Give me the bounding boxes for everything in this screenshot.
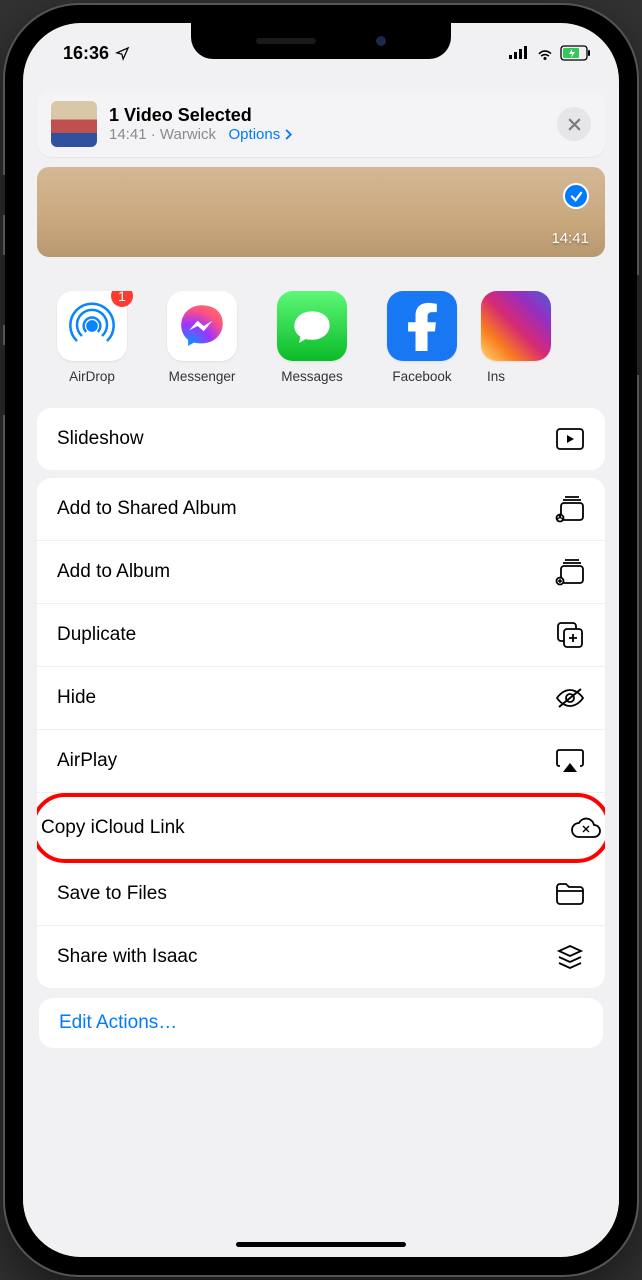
folder-icon [555, 881, 585, 907]
airdrop-icon [67, 301, 117, 351]
add-album-icon [555, 559, 585, 585]
action-slideshow[interactable]: Slideshow [37, 408, 605, 470]
selected-video-thumbnail [51, 101, 97, 147]
duplicate-icon [555, 622, 585, 648]
action-duplicate[interactable]: Duplicate [37, 604, 605, 667]
action-group-main: Add to Shared Album Add to Album Duplica… [37, 478, 605, 988]
screen: 16:36 1 Video Selected 14:41 · Warwick O… [23, 23, 619, 1257]
action-label: Add to Album [57, 561, 170, 583]
share-app-facebook[interactable]: Facebook [371, 291, 473, 384]
options-link[interactable]: Options [229, 126, 293, 143]
facebook-icon [402, 301, 442, 351]
action-add-to-shared-album[interactable]: Add to Shared Album [37, 478, 605, 541]
share-app-messages[interactable]: Messages [261, 291, 363, 384]
action-save-to-files[interactable]: Save to Files [37, 863, 605, 926]
app-label: AirDrop [41, 369, 143, 384]
video-duration: 14:41 [551, 230, 589, 247]
share-app-row[interactable]: 1 AirDrop Messenger Messages [23, 291, 619, 400]
action-label: Hide [57, 687, 96, 709]
mute-switch [1, 175, 5, 215]
app-label: Facebook [371, 369, 473, 384]
share-app-airdrop[interactable]: 1 AirDrop [41, 291, 143, 384]
close-button[interactable] [557, 107, 591, 141]
location-arrow-icon [115, 46, 130, 61]
phone-frame: 16:36 1 Video Selected 14:41 · Warwick O… [5, 5, 637, 1275]
share-app-instagram[interactable]: Ins [481, 291, 511, 384]
action-label: Share with Isaac [57, 946, 197, 968]
notch [191, 23, 451, 59]
icloud-link-icon [571, 815, 601, 841]
action-label: AirPlay [57, 750, 117, 772]
volume-up-button [1, 255, 5, 325]
action-label: Duplicate [57, 624, 136, 646]
action-airplay[interactable]: AirPlay [37, 730, 605, 793]
wifi-icon [535, 46, 555, 60]
battery-charging-icon [561, 46, 591, 60]
share-stack-icon [555, 944, 585, 970]
slideshow-icon [555, 426, 585, 452]
action-group-slideshow: Slideshow [37, 408, 605, 470]
edit-actions-label: Edit Actions… [59, 1012, 177, 1033]
hide-icon [555, 685, 585, 711]
share-title: 1 Video Selected [109, 105, 545, 126]
app-label: Messenger [151, 369, 253, 384]
action-label: Add to Shared Album [57, 498, 237, 520]
earpiece [256, 38, 316, 44]
action-share-with-contact[interactable]: Share with Isaac [37, 926, 605, 988]
share-header-text: 1 Video Selected 14:41 · Warwick Options [109, 105, 545, 143]
edit-actions-button[interactable]: Edit Actions… [39, 998, 603, 1048]
status-right [509, 46, 591, 60]
app-label: Messages [261, 369, 363, 384]
action-add-to-album[interactable]: Add to Album [37, 541, 605, 604]
cellular-signal-icon [509, 46, 529, 60]
share-sheet: 1 AirDrop Messenger Messages [23, 271, 619, 1251]
share-app-messenger[interactable]: Messenger [151, 291, 253, 384]
front-camera [376, 36, 386, 46]
app-label: Ins [481, 369, 511, 384]
messages-icon [289, 303, 335, 349]
share-subtitle: 14:41 · Warwick Options [109, 126, 545, 143]
airdrop-badge: 1 [111, 291, 133, 307]
video-preview[interactable]: 14:41 [37, 167, 605, 257]
shared-album-icon [555, 496, 585, 522]
power-button [637, 275, 641, 375]
volume-down-button [1, 345, 5, 415]
action-hide[interactable]: Hide [37, 667, 605, 730]
share-header: 1 Video Selected 14:41 · Warwick Options [37, 91, 605, 157]
status-left: 16:36 [63, 43, 130, 64]
action-label: Slideshow [57, 428, 144, 450]
action-label: Save to Files [57, 883, 167, 905]
selected-check-icon [563, 183, 589, 209]
action-label: Copy iCloud Link [41, 817, 185, 839]
status-time: 16:36 [63, 43, 109, 64]
close-icon [567, 117, 582, 132]
messenger-icon [176, 300, 228, 352]
airplay-icon [555, 748, 585, 774]
dot-separator: · [151, 126, 160, 143]
share-location: Warwick [160, 126, 216, 143]
action-copy-icloud-link[interactable]: Copy iCloud Link [37, 793, 605, 863]
share-time: 14:41 [109, 126, 147, 143]
home-indicator[interactable] [236, 1242, 406, 1247]
